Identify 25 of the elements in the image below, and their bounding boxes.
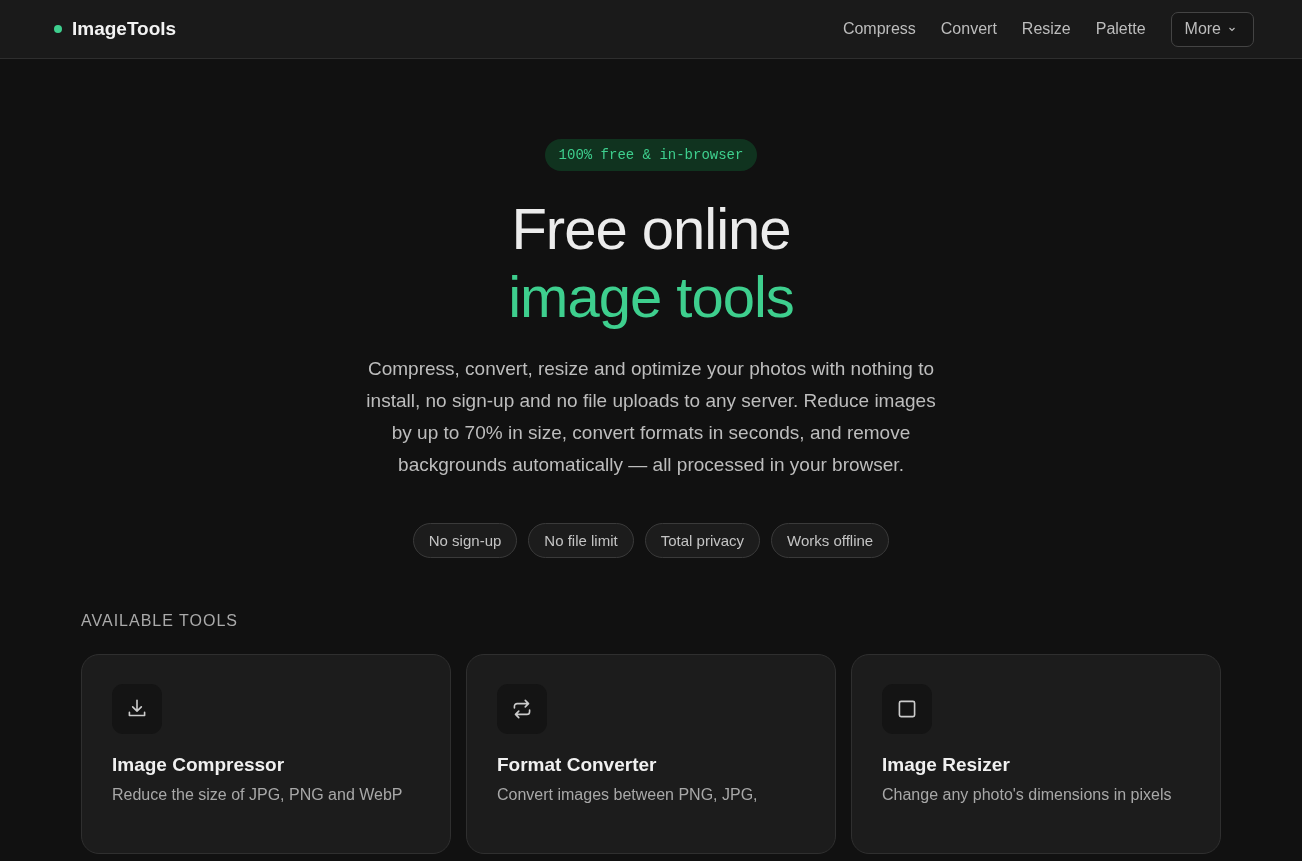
- tool-title: Format Converter: [497, 754, 658, 776]
- nav-link[interactable]: Convert: [940, 20, 997, 38]
- hero-description: Compress, convert, resize and optimize your photos with nothing to install, no sign-up and no file uploads to any server. Reduce images by up to 70% in size, convert formats in seconds, and remove backgrounds automatically — all processed in your browser.: [365, 357, 937, 477]
- tool-card[interactable]: Image Compressor Reduce the size of JPG, PNG and WebP: [81, 654, 451, 854]
- feature-chip: No sign-up: [412, 523, 518, 558]
- tool-description: Convert images between PNG, JPG,: [497, 786, 759, 804]
- hero-title-accent: image tools: [508, 263, 794, 331]
- site-logo[interactable]: ImageTools: [72, 18, 177, 40]
- tool-title: Image Compressor: [112, 754, 286, 776]
- nav-link[interactable]: Compress: [842, 20, 916, 38]
- status-dot-icon: [54, 25, 62, 33]
- nav-link[interactable]: Resize: [1021, 20, 1071, 38]
- hero-badge: 100% free & in-browser: [544, 139, 758, 171]
- feature-chip: Total privacy: [644, 523, 761, 558]
- section-heading: AVAILABLE TOOLS: [81, 612, 239, 630]
- nav-link[interactable]: Palette: [1095, 20, 1146, 38]
- more-dropdown[interactable]: More: [1170, 11, 1254, 47]
- hero-title: Free online: [511, 195, 791, 263]
- feature-chip: No file limit: [528, 523, 634, 558]
- tool-card[interactable]: Format Converter Convert images between PNG, JPG,: [466, 654, 836, 854]
- tool-description: Change any photo's dimensions in pixels: [882, 786, 1173, 804]
- tool-title: Image Resizer: [882, 754, 1011, 776]
- feature-chip: Works offline: [771, 523, 890, 558]
- tool-card[interactable]: Image Resizer Change any photo's dimensions in pixels: [851, 654, 1221, 854]
- tool-description: Reduce the size of JPG, PNG and WebP: [112, 786, 404, 804]
